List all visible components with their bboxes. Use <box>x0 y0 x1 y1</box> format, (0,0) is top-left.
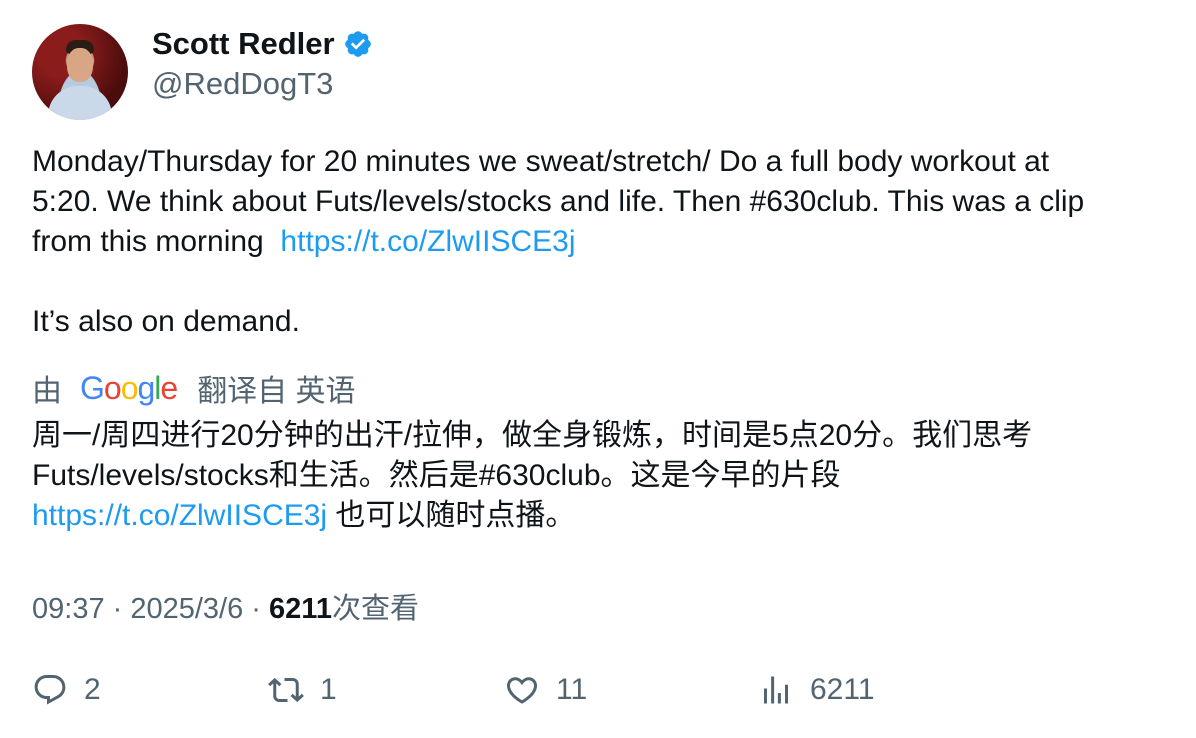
translation-suffix: 翻译自 英语 <box>197 375 356 408</box>
tweet-text: Monday/Thursday for 20 minutes we sweat/… <box>32 142 1172 342</box>
views-icon <box>764 676 788 704</box>
retweet-button[interactable]: 1 <box>268 672 337 708</box>
author-handle[interactable]: @RedDogT3 <box>152 66 373 102</box>
tweet-line-3: from this morning <box>32 225 281 258</box>
view-count: 6211 <box>269 593 332 625</box>
tweet-header: Scott Redler @RedDogT3 <box>32 24 1172 120</box>
views-count: 6211 <box>810 673 875 706</box>
display-name-row: Scott Redler <box>152 26 373 62</box>
tweet-meta: 09:37 · 2025/3/6 · 6211次查看 <box>32 585 419 627</box>
translated-line-2: Futs/levels/stocks和生活。然后是#630club。这是今早的片… <box>32 459 841 492</box>
reply-icon <box>34 675 66 705</box>
author-names: Scott Redler @RedDogT3 <box>152 26 373 102</box>
translated-link[interactable]: https://t.co/ZlwIISCE3j <box>32 499 327 532</box>
tweet-line-1: Monday/Thursday for 20 minutes we sweat/… <box>32 145 1050 178</box>
like-icon <box>506 677 538 704</box>
tweet-time[interactable]: 09:37 <box>32 593 105 625</box>
translation-header: 由 Google 翻译自 英语 <box>32 368 1172 409</box>
translated-line-3-rest: 也可以随时点播。 <box>327 499 576 532</box>
retweet-count: 1 <box>320 673 337 706</box>
views-button[interactable]: 6211 <box>758 672 875 708</box>
meta-separator: · <box>104 593 131 625</box>
view-count-label: 次查看 <box>331 593 419 625</box>
tweet-link[interactable]: https://t.co/ZlwIISCE3j <box>280 225 575 258</box>
tweet-line-2: 5:20. We think about Futs/levels/stocks … <box>32 185 1085 218</box>
reply-count: 2 <box>84 673 101 706</box>
verified-badge-icon[interactable] <box>343 29 373 59</box>
translated-line-1: 周一/周四进行20分钟的出汗/拉伸，做全身锻炼，时间是5点20分。我们思考 <box>32 419 1033 452</box>
google-logo: Google <box>80 369 178 406</box>
translation-prefix: 由 <box>32 375 62 408</box>
like-count: 11 <box>556 673 588 706</box>
tweet-date[interactable]: 2025/3/6 <box>130 593 243 625</box>
tweet-line-4: It’s also on demand. <box>32 305 300 338</box>
translated-text: 周一/周四进行20分钟的出汗/拉伸，做全身锻炼，时间是5点20分。我们思考 Fu… <box>32 416 1172 536</box>
avatar[interactable] <box>32 24 128 120</box>
reply-button[interactable]: 2 <box>32 672 101 708</box>
retweet-icon <box>268 677 304 703</box>
display-name[interactable]: Scott Redler <box>152 26 335 62</box>
tweet: Scott Redler @RedDogT3 Monday/Thursday f… <box>32 24 1172 536</box>
translated-line-3: https://t.co/ZlwIISCE3j 也可以随时点播。 <box>32 496 1172 536</box>
meta-separator: · <box>243 593 270 625</box>
like-button[interactable]: 11 <box>504 672 587 708</box>
action-bar: 2 1 11 6211 <box>32 672 1172 712</box>
